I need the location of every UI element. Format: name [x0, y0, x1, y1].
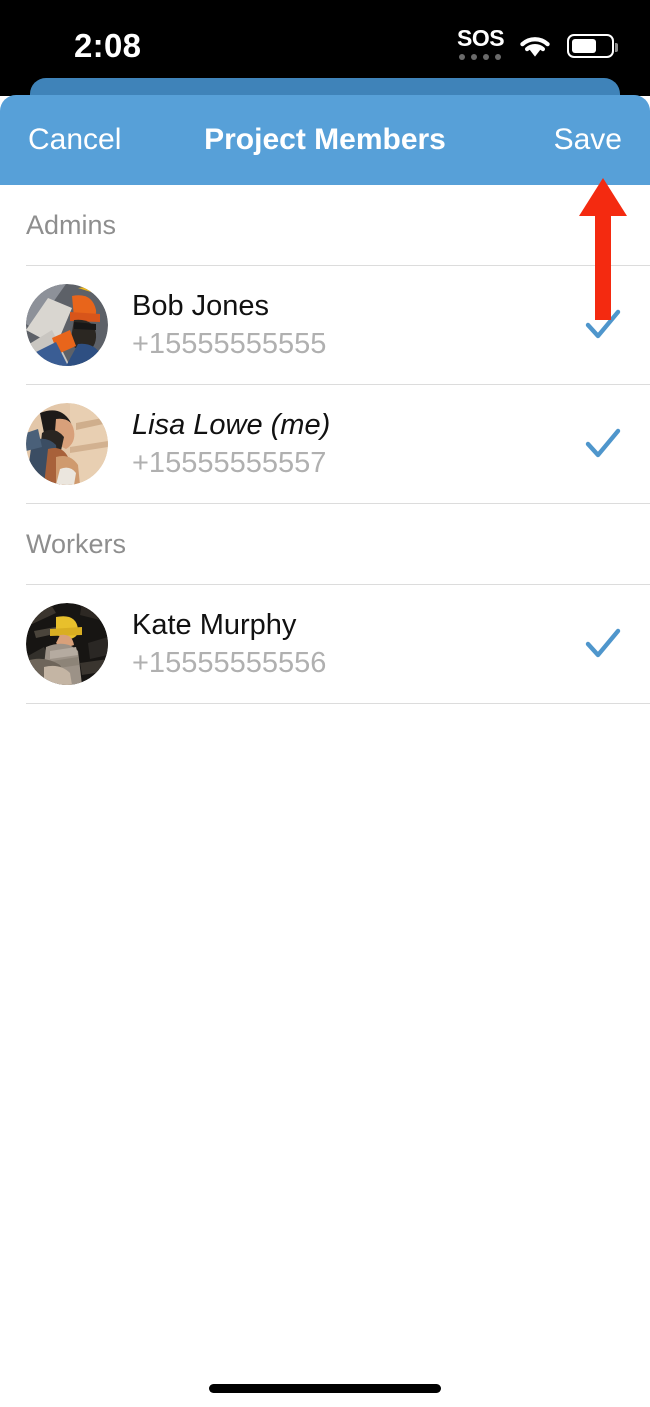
list-item[interactable]: Kate Murphy +15555555556	[0, 585, 650, 703]
checkmark-icon[interactable]	[582, 423, 624, 465]
checkmark-icon[interactable]	[582, 304, 624, 346]
list-item[interactable]: Bob Jones +15555555555	[0, 266, 650, 384]
member-phone: +15555555557	[132, 447, 327, 479]
construction-worker-orange-helmet-avatar	[26, 284, 108, 366]
sos-icon: SOS	[457, 25, 505, 66]
save-button[interactable]: Save	[554, 95, 622, 185]
member-name: Bob Jones	[132, 290, 270, 322]
list-item[interactable]: Lisa Lowe (me) +15555555557	[0, 385, 650, 503]
home-indicator	[209, 1384, 441, 1393]
status-bar-indicators: SOS	[457, 24, 618, 68]
list-item-text: Kate Murphy +15555555556	[132, 607, 582, 681]
separator	[26, 703, 650, 704]
navigation-bar: Cancel Project Members Save	[0, 95, 650, 185]
member-name: Lisa Lowe (me)	[132, 409, 331, 441]
member-phone: +15555555555	[132, 328, 327, 360]
member-phone: +15555555556	[132, 647, 327, 679]
section-header-admins: Admins	[26, 209, 117, 240]
section-header-workers: Workers	[26, 528, 127, 559]
person-warm-background-avatar	[26, 403, 108, 485]
member-name: Kate Murphy	[132, 609, 297, 641]
checkmark-icon[interactable]	[582, 623, 624, 665]
status-bar-clock: 2:08	[74, 27, 142, 64]
avatar	[26, 403, 108, 485]
list-item-text: Bob Jones +15555555555	[132, 288, 582, 362]
battery-icon	[567, 34, 618, 58]
page-title: Project Members	[204, 123, 446, 156]
members-list: Admins Bob Jones +15555555555 Lisa Lowe …	[0, 185, 650, 704]
sos-label: SOS	[457, 25, 505, 51]
construction-worker-yellow-helmet-avatar	[26, 603, 108, 685]
avatar	[26, 603, 108, 685]
sos-signal-dots	[459, 54, 501, 60]
phone-screen: 2:08 SOS Cancel Project Members Save Adm…	[0, 0, 650, 1407]
battery-level-fill	[572, 39, 596, 53]
avatar	[26, 284, 108, 366]
list-item-text: Lisa Lowe (me) +15555555557	[132, 407, 582, 481]
wifi-icon	[520, 37, 550, 57]
